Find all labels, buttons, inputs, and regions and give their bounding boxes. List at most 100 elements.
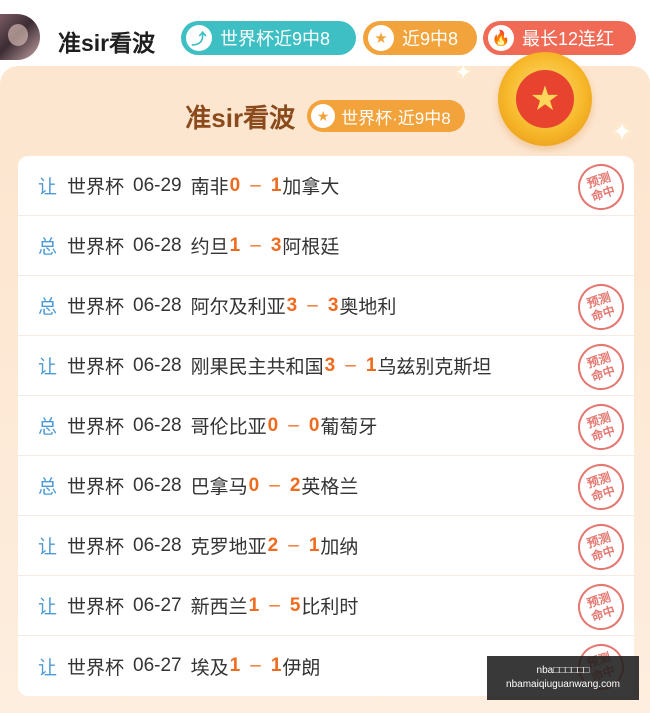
card-badge-label: 世界杯·近9中8: [341, 108, 451, 128]
score-separator: –: [307, 294, 318, 316]
avatar[interactable]: [0, 14, 40, 60]
hit-stamp-icon: 预测命中: [572, 518, 630, 576]
home-score: 1: [248, 594, 260, 616]
prediction-type-tag: 让: [38, 597, 58, 618]
home-score: 0: [229, 174, 241, 196]
watermark-line2: nbamaiqiuguanwang.com: [506, 679, 620, 690]
league-name: 世界杯: [67, 657, 125, 679]
match-date: 06-28: [133, 234, 182, 256]
prediction-row[interactable]: 让世界杯 06-27 新西兰 1–5 比利时 预测 命中: [18, 576, 634, 636]
home-score: 0: [267, 414, 279, 436]
match-date: 06-28: [133, 414, 182, 436]
away-score: 0: [308, 414, 320, 436]
league-name: 世界杯: [67, 177, 125, 198]
score-separator: –: [250, 234, 261, 256]
league-name: 世界杯: [67, 297, 125, 318]
away-score: 1: [270, 655, 282, 676]
score-separator: –: [288, 414, 299, 436]
match-date: 06-28: [133, 354, 182, 376]
card-badge: ★ 世界杯·近9中8: [307, 100, 465, 132]
away-team: 比利时: [301, 597, 359, 618]
prediction-row[interactable]: 让世界杯 06-28 刚果民主共和国 3–1 乌兹别克斯坦 预测 命中: [18, 336, 634, 396]
hit-stamp-icon: 预测命中: [572, 398, 630, 456]
league-name: 世界杯: [67, 417, 125, 438]
badge-label: 最长12连红: [522, 29, 615, 49]
home-team: 新西兰: [190, 597, 248, 618]
away-score: 1: [365, 354, 377, 376]
prediction-row[interactable]: 让世界杯 06-29 南非 0–1 加拿大 预测 命中: [18, 156, 634, 216]
hit-stamp-icon: 预测命中: [572, 458, 630, 516]
away-team: 加纳: [320, 537, 359, 558]
away-score: 2: [289, 474, 301, 496]
card-title: 准sir看波: [185, 102, 296, 133]
badge-label: 近9中8: [402, 29, 459, 49]
score-separator: –: [288, 534, 299, 556]
prediction-list: 让世界杯 06-29 南非 0–1 加拿大 预测 命中总世界杯 06-28 约旦 1–3 阿根廷总世…: [18, 156, 634, 696]
badge-worldcup-record[interactable]: ⤴ 世界杯近9中8: [181, 21, 356, 55]
away-team: 加拿大: [282, 177, 340, 198]
star-icon: ★: [311, 104, 336, 128]
home-team: 哥伦比亚: [190, 417, 267, 438]
prediction-card: ✦ ✦ 准sir看波 ★ 世界杯·近9中8 ★ 让世界杯 06-29 南非 0–1 加拿…: [0, 52, 650, 713]
prediction-type-tag: 让: [38, 177, 58, 198]
away-score: 5: [289, 594, 301, 616]
away-score: 1: [308, 534, 320, 556]
badge-label: 世界杯近9中8: [220, 29, 331, 49]
away-team: 奥地利: [339, 297, 397, 318]
home-team: 巴拿马: [190, 477, 248, 498]
home-team: 阿尔及利亚: [190, 297, 286, 318]
away-team: 阿根廷: [282, 237, 340, 258]
badge-streak[interactable]: 🔥 最长12连红: [483, 21, 636, 55]
fire-icon: 🔥: [488, 25, 514, 51]
prediction-type-tag: 让: [38, 537, 58, 558]
match-date: 06-28: [133, 534, 182, 556]
hit-stamp-icon: 预测命中: [572, 578, 630, 636]
away-score: 1: [270, 174, 282, 196]
away-team: 乌兹别克斯坦: [377, 357, 492, 378]
prediction-row[interactable]: 总世界杯 06-28 约旦 1–3 阿根廷: [18, 216, 634, 276]
prediction-row[interactable]: 总世界杯 06-28 阿尔及利亚 3–3 奥地利 预测 命中: [18, 276, 634, 336]
home-team: 约旦: [190, 237, 229, 258]
home-score: 2: [267, 534, 279, 556]
league-name: 世界杯: [67, 477, 125, 498]
home-team: 克罗地亚: [190, 537, 267, 558]
arrow-up-icon: ⤴: [186, 25, 212, 51]
prediction-row[interactable]: 让世界杯 06-28 克罗地亚 2–1 加纳 预测 命中: [18, 516, 634, 576]
medal-icon: ★: [498, 52, 592, 146]
home-score: 3: [286, 294, 298, 316]
prediction-row[interactable]: 总世界杯 06-28 巴拿马 0–2 英格兰 预测 命中: [18, 456, 634, 516]
sparkle-icon: ✦: [455, 62, 472, 84]
prediction-row[interactable]: 总世界杯 06-28 哥伦比亚 0–0 葡萄牙 预测 命中: [18, 396, 634, 456]
home-team: 埃及: [190, 657, 229, 679]
prediction-type-tag: 总: [38, 237, 58, 258]
league-name: 世界杯: [67, 237, 125, 258]
score-separator: –: [250, 174, 261, 196]
score-separator: –: [269, 474, 280, 496]
league-name: 世界杯: [67, 357, 125, 378]
username[interactable]: 准sir看波: [58, 24, 155, 58]
prediction-type-tag: 让: [38, 657, 58, 679]
score-separator: –: [250, 655, 261, 676]
away-score: 3: [327, 294, 339, 316]
league-name: 世界杯: [67, 537, 125, 558]
star-icon: ★: [368, 25, 394, 51]
home-score: 0: [248, 474, 260, 496]
home-score: 1: [229, 234, 241, 256]
match-date: 06-27: [133, 594, 182, 616]
prediction-type-tag: 总: [38, 417, 58, 438]
league-name: 世界杯: [67, 597, 125, 618]
match-date: 06-28: [133, 294, 182, 316]
prediction-type-tag: 总: [38, 297, 58, 318]
away-score: 3: [270, 234, 282, 256]
hit-stamp-icon: 预测命中: [572, 338, 630, 396]
match-date: 06-28: [133, 474, 182, 496]
away-team: 英格兰: [301, 477, 359, 498]
away-team: 葡萄牙: [320, 417, 378, 438]
home-score: 1: [229, 655, 241, 676]
watermark-line1: nba□□□□□□: [536, 665, 590, 676]
badge-recent-record[interactable]: ★ 近9中8: [363, 21, 477, 55]
medal-star-icon: ★: [516, 70, 574, 128]
score-separator: –: [269, 594, 280, 616]
prediction-type-tag: 让: [38, 357, 58, 378]
score-separator: –: [345, 354, 356, 376]
